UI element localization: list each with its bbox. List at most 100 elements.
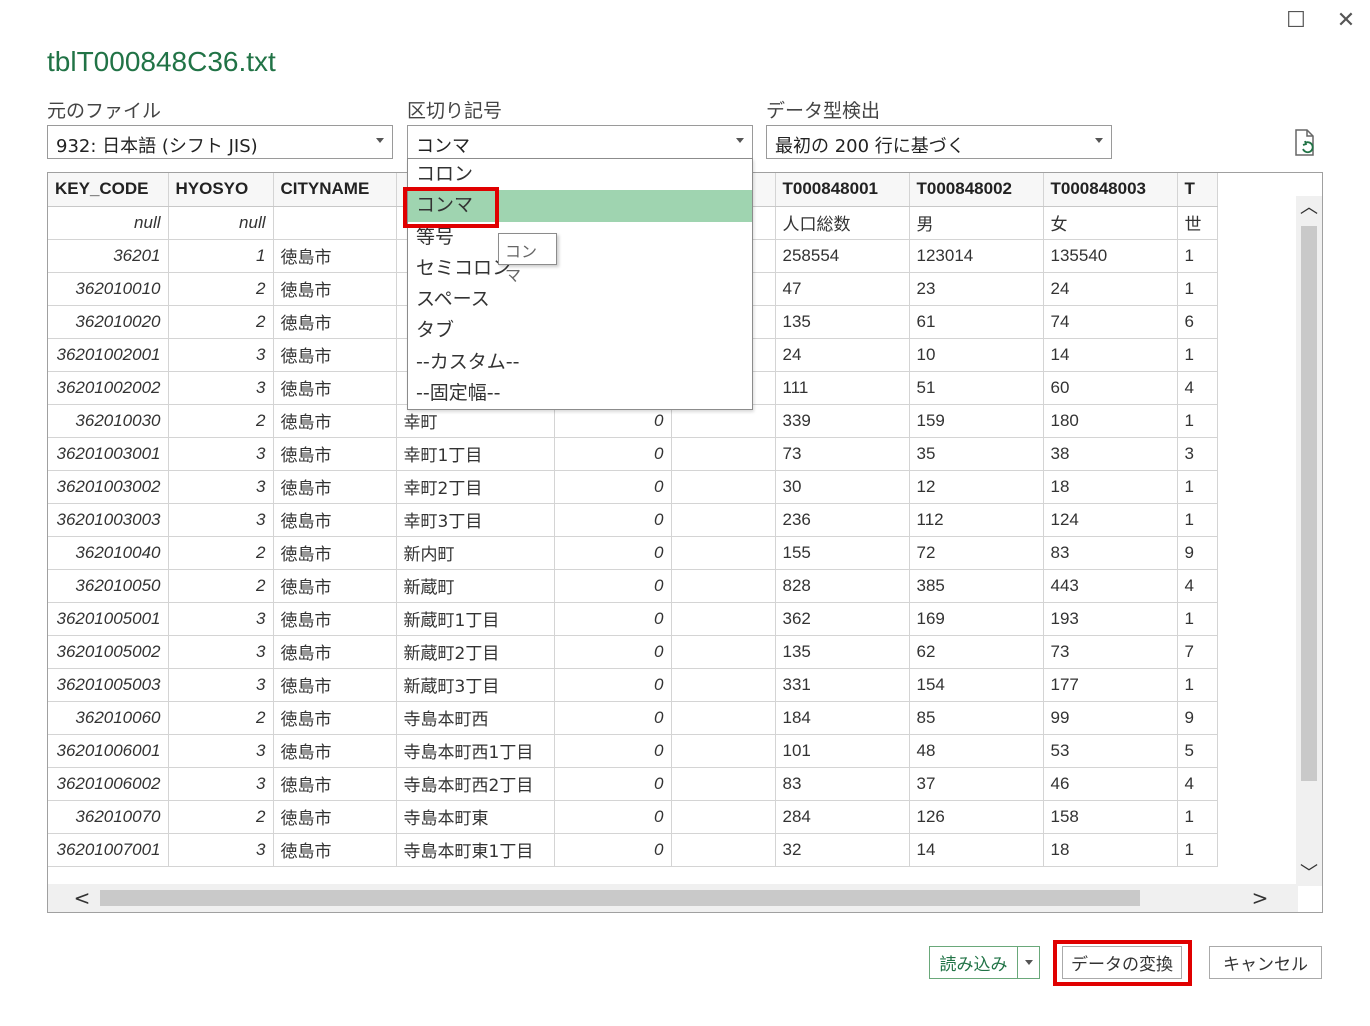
table-cell: 3 [168,668,274,702]
table-cell: 徳島市 [273,503,397,537]
table-cell: 幸町1丁目 [396,437,555,471]
table-cell: 828 [775,569,910,603]
table-cell: 12 [909,470,1044,504]
table-cell: 0 [554,602,672,636]
vertical-scroll-thumb[interactable] [1301,226,1317,781]
table-cell: 新蔵町2丁目 [396,635,555,669]
table-row: 36201003003 3 徳島市 幸町3丁目 0 236 112 124 1 [48,503,1218,537]
delimiter-option[interactable]: タブ [408,315,752,346]
table-cell: 0 [554,437,672,471]
table-cell: 36201005002 [48,635,169,669]
table-cell: 73 [1043,635,1178,669]
table-cell: 3 [168,470,274,504]
table-cell: 24 [1043,272,1178,306]
column-header[interactable]: HYOSYO [168,173,274,207]
scroll-up-icon[interactable]: ︿ [1299,198,1319,218]
table-cell: 362010010 [48,272,169,306]
column-header[interactable]: T000848003 [1043,173,1178,207]
table-cell: 1 [1177,668,1218,702]
table-cell: 徳島市 [273,734,397,768]
close-button[interactable]: ✕ [1330,6,1362,34]
delimiter-dropdown[interactable]: コンマ [407,125,753,159]
load-button[interactable]: 読み込み [929,946,1040,979]
table-cell: 193 [1043,602,1178,636]
table-cell: 443 [1043,569,1178,603]
table-cell: 36201002002 [48,371,169,405]
table-cell: 0 [554,470,672,504]
table-cell: 女 [1043,206,1178,240]
column-header[interactable]: KEY_CODE [48,173,169,207]
table-cell: 0 [554,767,672,801]
table-cell: 135 [775,305,910,339]
refresh-preview-button[interactable] [1292,128,1320,158]
table-cell: 362010070 [48,800,169,834]
table-cell: 徳島市 [273,767,397,801]
status-strip [58,876,1298,884]
table-cell: 0 [554,536,672,570]
table-cell: 1 [1177,833,1218,867]
table-cell: 36201 [48,239,169,273]
table-cell: 3 [168,503,274,537]
table-cell [671,701,776,735]
type-detection-dropdown[interactable]: 最初の 200 行に基づく [766,125,1112,159]
file-origin-value: 932: 日本語 (シフト JIS) [56,136,258,157]
table-cell: 284 [775,800,910,834]
table-cell: 徳島市 [273,833,397,867]
table-cell: 18 [1043,833,1178,867]
dialog-title: tblT000848C36.txt [47,46,276,77]
table-cell: 362010030 [48,404,169,438]
delimiter-option[interactable]: コロン [408,159,752,190]
file-origin-dropdown[interactable]: 932: 日本語 (シフト JIS) [47,125,393,159]
table-cell: 258554 [775,239,910,273]
scroll-down-icon[interactable]: ﹀ [1299,864,1319,884]
table-cell: 32 [775,833,910,867]
table-cell: 24 [775,338,910,372]
chevron-down-icon [1024,960,1033,965]
column-header[interactable]: T [1177,173,1218,207]
scroll-left-icon[interactable]: < [70,887,94,909]
table-cell: 2 [168,404,274,438]
cancel-button[interactable]: キャンセル [1209,946,1322,979]
cancel-button-label: キャンセル [1223,955,1308,975]
delimiter-option[interactable]: --カスタム-- [408,347,752,378]
delimiter-option[interactable]: セミコロン [408,253,752,284]
vertical-scrollbar[interactable]: ︿ ﹀ [1296,196,1322,886]
table-cell: 3 [168,635,274,669]
table-cell: 1 [1177,239,1218,273]
table-row: 36201003002 3 徳島市 幸町2丁目 0 30 12 18 1 [48,470,1218,504]
table-cell: 寺島本町西1丁目 [396,734,555,768]
type-detection-value: 最初の 200 行に基づく [775,136,965,157]
table-cell [671,569,776,603]
table-row: 362010070 2 徳島市 寺島本町東 0 284 126 158 1 [48,800,1218,834]
delimiter-option[interactable]: スペース [408,284,752,315]
table-cell: 74 [1043,305,1178,339]
table-cell: 0 [554,833,672,867]
table-cell: 37 [909,767,1044,801]
table-cell: 62 [909,635,1044,669]
table-cell: 48 [909,734,1044,768]
table-cell: 101 [775,734,910,768]
column-header[interactable]: CITYNAME [273,173,397,207]
table-cell: 10 [909,338,1044,372]
scroll-right-icon[interactable]: > [1248,887,1272,909]
table-cell: null [48,206,169,240]
table-cell: 362010020 [48,305,169,339]
table-row: 36201006001 3 徳島市 寺島本町西1丁目 0 101 48 53 5 [48,734,1218,768]
delimiter-option[interactable]: --固定幅-- [408,378,752,409]
table-cell: 徳島市 [273,668,397,702]
table-cell: 85 [909,701,1044,735]
table-cell: 23 [909,272,1044,306]
column-header[interactable]: T000848001 [775,173,910,207]
horizontal-scroll-thumb[interactable] [100,890,1140,906]
column-header[interactable]: T000848002 [909,173,1044,207]
table-cell: 2 [168,701,274,735]
horizontal-scrollbar[interactable]: < > [48,884,1298,912]
table-cell: 徳島市 [273,470,397,504]
close-icon: ✕ [1336,7,1356,33]
table-cell: 184 [775,701,910,735]
table-cell: 徳島市 [273,635,397,669]
table-cell: 徳島市 [273,602,397,636]
table-cell: 362010040 [48,536,169,570]
maximize-button[interactable]: ☐ [1280,6,1312,34]
load-options-toggle[interactable] [1017,947,1039,978]
